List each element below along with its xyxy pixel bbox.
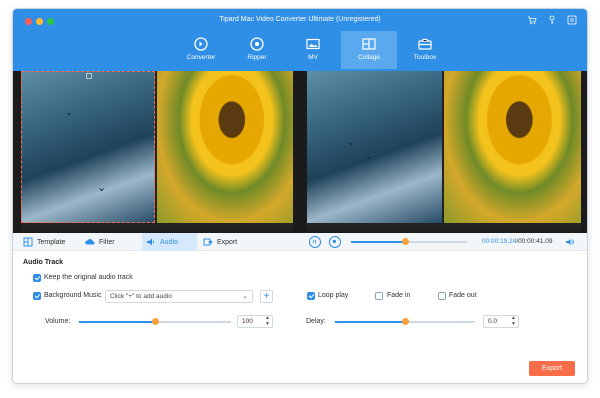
volume-slider-knob[interactable]	[151, 318, 159, 325]
fade-in-checkbox[interactable]	[375, 292, 383, 300]
filter-icon	[85, 239, 95, 245]
mv-icon	[306, 38, 320, 50]
tab-export[interactable]: Export	[203, 233, 258, 251]
pause-button[interactable]	[309, 236, 321, 248]
tab-template-label: Template	[37, 238, 66, 246]
converter-icon	[194, 37, 208, 51]
cart-icon[interactable]	[527, 15, 537, 25]
export-button[interactable]: Export	[529, 361, 575, 376]
tab-filter[interactable]: Filter	[85, 233, 137, 251]
preview-cell-sky	[307, 71, 442, 223]
background-music-checkbox[interactable]	[33, 292, 41, 300]
chevron-down-icon: ⌄	[242, 293, 248, 300]
window-title: Tipard Mac Video Converter Ultimate (Unr…	[219, 16, 381, 23]
volume-label: Volume:	[45, 318, 71, 325]
stop-button[interactable]	[329, 236, 341, 248]
pause-icon	[312, 239, 316, 244]
delay-input[interactable]: 0.0 ▲ ▼	[483, 315, 519, 328]
preview-area: ⌄ ⌄ ⌄ ⌄	[13, 71, 587, 233]
ripper-icon	[250, 37, 264, 51]
delay-stepper[interactable]: ▲ ▼	[511, 315, 516, 327]
preview-cell-sunflower	[444, 71, 581, 223]
audio-icon	[147, 238, 154, 246]
delay-slider-fill	[335, 321, 405, 323]
keep-original-audio-label: Keep the original audio track	[44, 274, 133, 281]
nav-converter[interactable]: Converter	[173, 31, 229, 69]
collage-icon	[362, 38, 376, 50]
nav-ripper-label: Ripper	[247, 54, 267, 61]
stop-icon	[332, 239, 336, 243]
fade-out-label: Fade out	[449, 292, 477, 299]
volume-input[interactable]: 100 ▲ ▼	[237, 315, 273, 328]
header-icons	[527, 15, 577, 25]
app-window: Tipard Mac Video Converter Ultimate (Unr…	[12, 8, 588, 384]
nav-mv[interactable]: MV	[285, 31, 341, 69]
fade-out-checkbox[interactable]	[438, 292, 446, 300]
background-music-label: Background Music	[44, 292, 102, 299]
delay-slider-knob[interactable]	[401, 318, 409, 325]
background-music-select[interactable]: Click "+" to add audio ⌄	[105, 290, 253, 303]
nav-mv-label: MV	[308, 54, 318, 61]
collage-cell-sunflower[interactable]	[157, 71, 293, 223]
nav-collage-label: Collage	[357, 54, 381, 61]
keep-original-audio-checkbox[interactable]	[33, 274, 41, 282]
playback-time: 00:00:19.24/00:00:41.09	[482, 238, 553, 245]
fade-in-label: Fade in	[387, 292, 411, 299]
total-time: /00:00:41.09	[516, 238, 553, 245]
tab-export-label: Export	[217, 238, 238, 246]
plus-icon: +	[263, 291, 270, 302]
loop-play-checkbox[interactable]	[307, 292, 315, 300]
bird-image-detail: ⌄	[365, 151, 373, 161]
bird-image-detail: ⌄	[97, 182, 107, 194]
bird-image-detail: ⌄	[65, 107, 73, 117]
bird-image-detail: ⌄	[347, 137, 355, 147]
template-icon	[23, 237, 33, 247]
playback-progress-knob[interactable]	[402, 238, 410, 245]
nav-collage[interactable]: Collage	[341, 31, 397, 69]
key-icon[interactable]	[547, 15, 557, 25]
audio-settings-panel: Audio Track Keep the original audio trac…	[13, 251, 587, 383]
title-bar: Tipard Mac Video Converter Ultimate (Unr…	[13, 9, 587, 71]
cell-handle-icon[interactable]	[86, 73, 92, 79]
toolbox-icon	[418, 38, 432, 50]
export-icon	[203, 238, 213, 246]
editor-toolbar: Template Filter Audio Export 00:00:19.24…	[13, 233, 587, 251]
collage-selection-border	[21, 71, 155, 223]
tab-template[interactable]: Template	[23, 233, 79, 251]
audio-track-heading: Audio Track	[23, 259, 64, 266]
tab-audio-label: Audio	[160, 238, 178, 246]
tab-audio[interactable]: Audio	[142, 233, 197, 251]
background-music-select-value: Click "+" to add audio	[110, 293, 172, 300]
volume-slider-fill	[79, 321, 155, 323]
delay-label: Delay:	[306, 318, 326, 325]
volume-value: 100	[242, 318, 253, 325]
nav-ripper[interactable]: Ripper	[229, 31, 285, 69]
playback-progress-fill	[351, 241, 406, 243]
nav-toolbox[interactable]: Toolbox	[397, 31, 453, 69]
delay-value: 0.0	[488, 318, 498, 325]
nav-toolbox-label: Toolbox	[413, 54, 437, 61]
tab-filter-label: Filter	[99, 238, 115, 246]
main-nav: Converter Ripper MV Collage Toolbox	[173, 31, 453, 69]
add-audio-button[interactable]: +	[260, 290, 273, 303]
volume-icon[interactable]	[565, 237, 575, 247]
menu-icon[interactable]	[567, 15, 577, 25]
loop-play-label: Loop play	[318, 292, 349, 299]
collage-editor-pane: ⌄ ⌄	[21, 71, 293, 231]
nav-converter-label: Converter	[186, 54, 216, 61]
current-time: 00:00:19.24	[482, 238, 517, 245]
volume-stepper[interactable]: ▲ ▼	[265, 315, 270, 327]
output-preview-pane: ⌄ ⌄	[307, 71, 581, 231]
